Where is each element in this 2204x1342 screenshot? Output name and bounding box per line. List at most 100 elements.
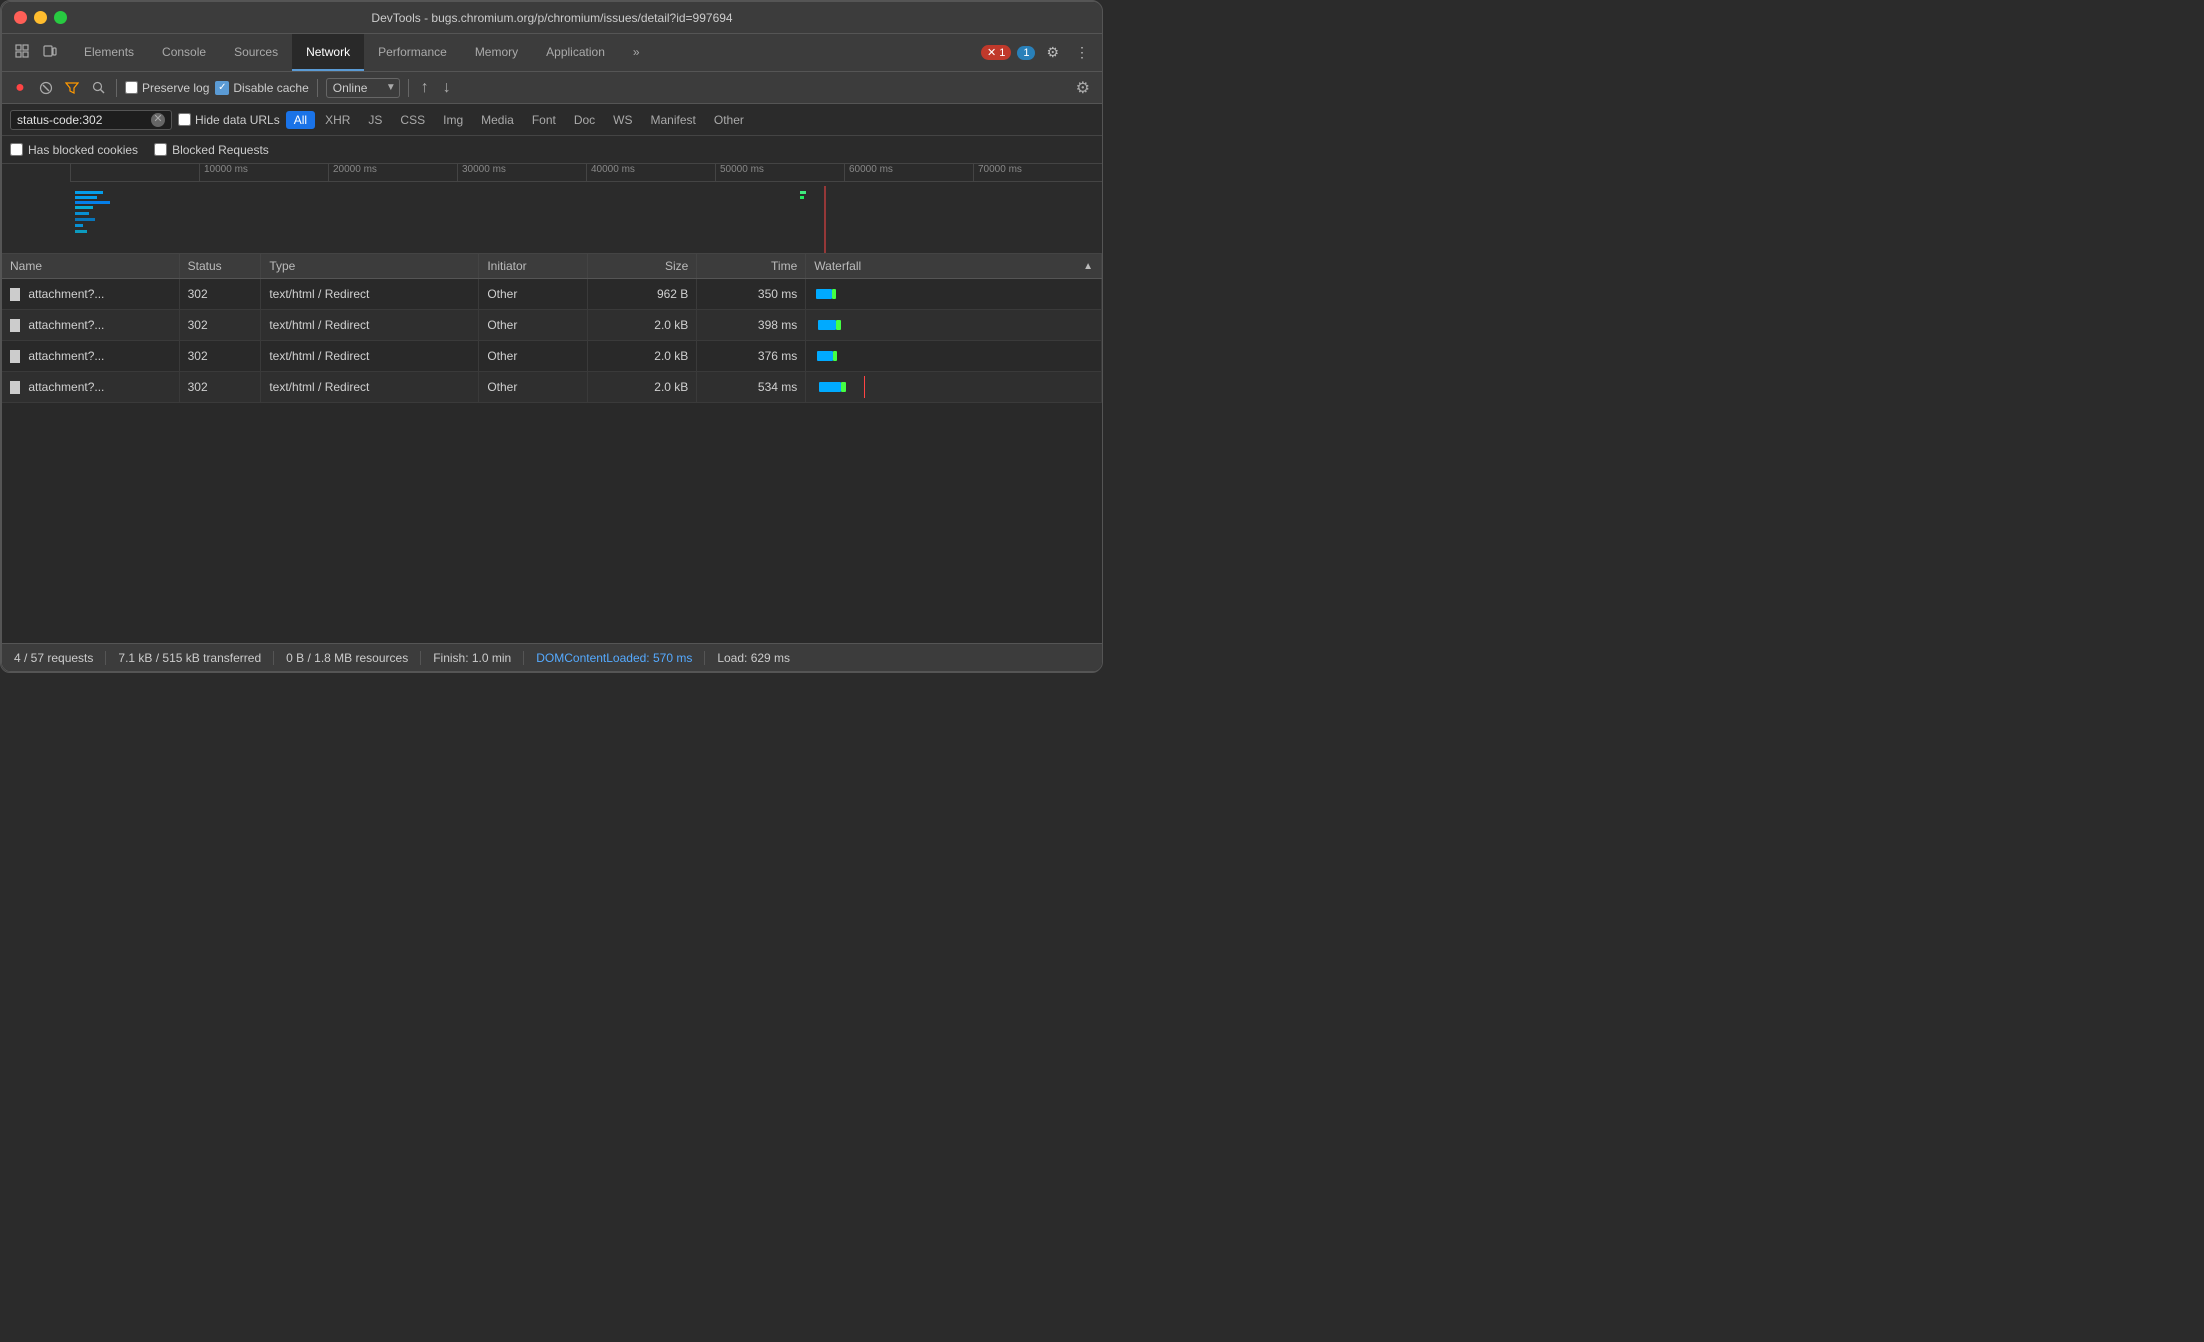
clear-button[interactable]: [36, 78, 56, 98]
network-table: Name Status Type Initiator Size Time Wat…: [2, 254, 1102, 403]
upload-icon[interactable]: ↑: [417, 79, 433, 97]
table-row[interactable]: attachment?... 302 text/html / Redirect …: [2, 372, 1102, 403]
status-resources: 0 B / 1.8 MB resources: [274, 651, 421, 665]
minimize-button[interactable]: [34, 11, 47, 24]
tab-memory[interactable]: Memory: [461, 34, 532, 71]
filter-input[interactable]: [17, 113, 147, 127]
cell-waterfall: [806, 310, 1102, 341]
preserve-log-label[interactable]: Preserve log: [125, 81, 209, 95]
cell-size: 2.0 kB: [588, 372, 697, 403]
table-row[interactable]: attachment?... 302 text/html / Redirect …: [2, 279, 1102, 310]
divider-1: [116, 79, 117, 97]
cell-type: text/html / Redirect: [261, 279, 479, 310]
tab-application[interactable]: Application: [532, 34, 619, 71]
cell-initiator: Other: [479, 372, 588, 403]
timeline-svg: [70, 186, 1102, 253]
header-size[interactable]: Size: [588, 254, 697, 279]
search-icon[interactable]: [88, 78, 108, 98]
filter-icon[interactable]: [62, 78, 82, 98]
device-icon[interactable]: [38, 40, 62, 65]
cell-time: 350 ms: [697, 279, 806, 310]
ruler-mark-6: 60000 ms: [844, 164, 973, 181]
record-button[interactable]: ●: [10, 78, 30, 98]
cell-status: 302: [179, 310, 261, 341]
tab-elements[interactable]: Elements: [70, 34, 148, 71]
filter-type-js[interactable]: JS: [360, 111, 390, 129]
tab-sources[interactable]: Sources: [220, 34, 292, 71]
cell-initiator: Other: [479, 279, 588, 310]
filter-type-xhr[interactable]: XHR: [317, 111, 358, 129]
filter-type-manifest[interactable]: Manifest: [643, 111, 704, 129]
filter-type-css[interactable]: CSS: [392, 111, 433, 129]
status-requests: 4 / 57 requests: [14, 651, 106, 665]
cell-time: 398 ms: [697, 310, 806, 341]
hide-data-urls-checkbox[interactable]: [178, 113, 191, 126]
ruler-mark-4: 40000 ms: [586, 164, 715, 181]
cell-size: 2.0 kB: [588, 341, 697, 372]
timeline-area: 10000 ms 20000 ms 30000 ms 40000 ms 5000…: [2, 164, 1102, 254]
cell-initiator: Other: [479, 310, 588, 341]
table-row[interactable]: attachment?... 302 text/html / Redirect …: [2, 310, 1102, 341]
filter-type-img[interactable]: Img: [435, 111, 471, 129]
ruler-mark-2: 20000 ms: [328, 164, 457, 181]
throttle-select[interactable]: Online Fast 3G Slow 3G Offline: [326, 78, 400, 98]
filter-type-tabs: All XHR JS CSS Img Media Font Doc WS Man…: [286, 111, 752, 129]
inspect-icon[interactable]: [10, 40, 34, 65]
preserve-log-checkbox[interactable]: [125, 81, 138, 94]
tab-network[interactable]: Network: [292, 34, 364, 71]
tab-more[interactable]: »: [619, 34, 654, 71]
blocked-requests-label[interactable]: Blocked Requests: [154, 143, 269, 157]
cell-waterfall: [806, 279, 1102, 310]
cell-name: attachment?...: [2, 341, 179, 372]
ruler-mark-3: 30000 ms: [457, 164, 586, 181]
disable-cache-checkbox[interactable]: ✓: [215, 81, 229, 95]
header-name[interactable]: Name: [2, 254, 179, 279]
filter-type-all[interactable]: All: [286, 111, 315, 129]
maximize-button[interactable]: [54, 11, 67, 24]
disable-cache-label[interactable]: ✓ Disable cache: [215, 81, 308, 95]
throttle-select-wrapper: Online Fast 3G Slow 3G Offline ▼: [326, 78, 400, 98]
network-table-container[interactable]: Name Status Type Initiator Size Time Wat…: [2, 254, 1102, 643]
cell-initiator: Other: [479, 341, 588, 372]
cell-name: attachment?...: [2, 310, 179, 341]
cell-waterfall: [806, 372, 1102, 403]
cell-time: 376 ms: [697, 341, 806, 372]
network-settings-icon[interactable]: ⚙: [1072, 78, 1094, 98]
status-bar: 4 / 57 requests 7.1 kB / 515 kB transfer…: [2, 643, 1102, 671]
filter-type-doc[interactable]: Doc: [566, 111, 603, 129]
header-waterfall[interactable]: Waterfall ▲: [806, 254, 1102, 279]
cell-type: text/html / Redirect: [261, 341, 479, 372]
filter-bar: ✕ Hide data URLs All XHR JS CSS Img Medi…: [2, 104, 1102, 136]
tab-bar: Elements Console Sources Network Perform…: [2, 34, 1102, 72]
status-transferred: 7.1 kB / 515 kB transferred: [106, 651, 274, 665]
tab-console[interactable]: Console: [148, 34, 220, 71]
close-button[interactable]: [14, 11, 27, 24]
cell-type: text/html / Redirect: [261, 372, 479, 403]
header-status[interactable]: Status: [179, 254, 261, 279]
title-bar: DevTools - bugs.chromium.org/p/chromium/…: [2, 2, 1102, 34]
table-row[interactable]: attachment?... 302 text/html / Redirect …: [2, 341, 1102, 372]
filter-type-media[interactable]: Media: [473, 111, 522, 129]
filter-type-ws[interactable]: WS: [605, 111, 640, 129]
header-initiator[interactable]: Initiator: [479, 254, 588, 279]
divider-2: [317, 79, 318, 97]
cell-status: 302: [179, 341, 261, 372]
header-time[interactable]: Time: [697, 254, 806, 279]
download-icon[interactable]: ↓: [439, 79, 455, 97]
filter-clear-button[interactable]: ✕: [151, 113, 165, 127]
filter-type-other[interactable]: Other: [706, 111, 752, 129]
header-type[interactable]: Type: [261, 254, 479, 279]
has-blocked-cookies-checkbox[interactable]: [10, 143, 23, 156]
cell-waterfall: [806, 341, 1102, 372]
cell-name: attachment?...: [2, 372, 179, 403]
filter-type-font[interactable]: Font: [524, 111, 564, 129]
settings-icon[interactable]: ⚙: [1041, 41, 1064, 64]
traffic-lights: [14, 11, 67, 24]
hide-data-urls-label[interactable]: Hide data URLs: [178, 113, 280, 127]
more-options-icon[interactable]: ⋮: [1070, 41, 1094, 64]
tab-performance[interactable]: Performance: [364, 34, 461, 71]
has-blocked-cookies-label[interactable]: Has blocked cookies: [10, 143, 138, 157]
blocked-requests-checkbox[interactable]: [154, 143, 167, 156]
ruler-mark-7: 70000 ms: [973, 164, 1102, 181]
cell-size: 962 B: [588, 279, 697, 310]
